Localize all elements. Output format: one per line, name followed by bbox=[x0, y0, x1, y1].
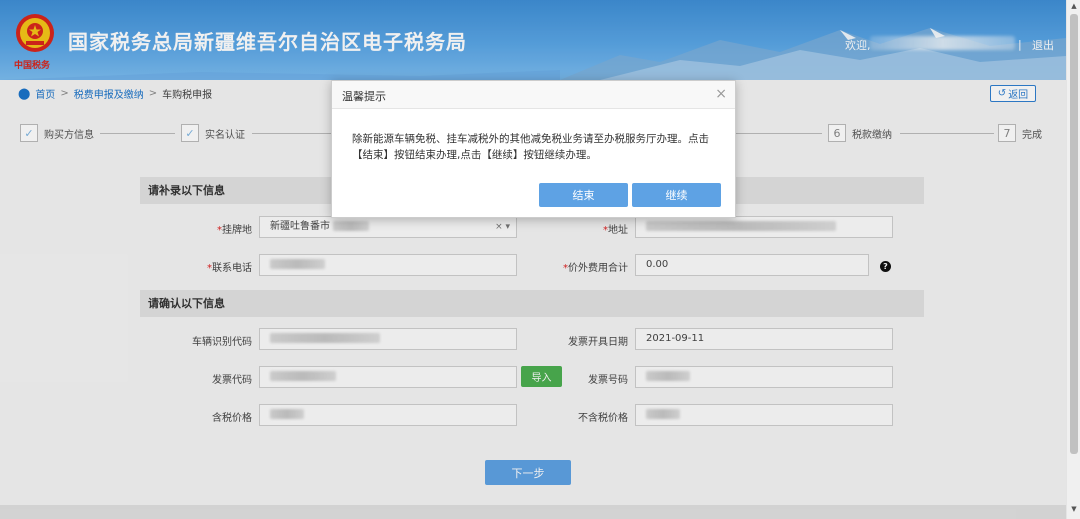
footer-bar bbox=[0, 505, 1066, 519]
scroll-down-arrow-icon[interactable]: ▼ bbox=[1067, 505, 1080, 515]
step-number: 7 bbox=[998, 124, 1016, 142]
check-icon: ✓ bbox=[20, 124, 38, 142]
vin-field bbox=[259, 328, 517, 350]
plate-location-label: *挂牌地 bbox=[217, 225, 252, 236]
redacted-text bbox=[270, 259, 325, 269]
breadcrumb-separator: > bbox=[148, 88, 158, 99]
site-header: 中国税务 国家税务总局新疆维吾尔自治区电子税务局 欢迎, | 退出 bbox=[0, 0, 1066, 80]
invoice-code-field[interactable] bbox=[259, 366, 517, 388]
emblem-caption: 中国税务 bbox=[14, 61, 51, 71]
header-separator: | bbox=[1018, 38, 1022, 51]
breadcrumb: ⬤ 首页 > 税费申报及缴纳 > 车购税申报 bbox=[18, 86, 212, 101]
help-icon[interactable]: ? bbox=[880, 261, 891, 272]
username-redacted bbox=[870, 36, 1015, 50]
breadcrumb-tax-filing[interactable]: 税费申报及缴纳 bbox=[74, 86, 144, 101]
plate-location-select[interactable]: 新疆吐鲁番市 × ▾ bbox=[259, 216, 517, 238]
tax-exclusive-price-field bbox=[635, 404, 893, 426]
back-button-label: 返回 bbox=[1008, 90, 1029, 101]
logout-link[interactable]: 退出 bbox=[1032, 37, 1054, 53]
invoice-code-label: 发票代码 bbox=[212, 375, 252, 386]
extra-fee-field[interactable]: 0.00 bbox=[635, 254, 869, 276]
phone-label: *联系电话 bbox=[207, 263, 252, 274]
plate-location-value: 新疆吐鲁番市 bbox=[270, 221, 330, 232]
extra-fee-label: *价外费用合计 bbox=[563, 263, 628, 274]
invoice-number-field[interactable] bbox=[635, 366, 893, 388]
breadcrumb-home[interactable]: 首页 bbox=[35, 86, 55, 101]
redacted-text bbox=[333, 221, 370, 231]
step-connector bbox=[252, 133, 332, 134]
close-icon[interactable]: × bbox=[715, 86, 727, 102]
vin-label: 车辆识别代码 bbox=[192, 337, 252, 348]
redacted-text bbox=[646, 371, 690, 381]
notice-dialog: 温馨提示 × 除新能源车辆免税、挂车减税外的其他减免税业务请至办税服务厅办理。点… bbox=[331, 80, 736, 218]
step-connector bbox=[900, 133, 994, 134]
step-real-name-auth: ✓ 实名认证 bbox=[181, 124, 249, 142]
step-buyer-info: ✓ 购买方信息 bbox=[20, 124, 98, 142]
breadcrumb-separator: > bbox=[60, 88, 69, 99]
dialog-title: 温馨提示 bbox=[342, 90, 386, 103]
dialog-message: 除新能源车辆免税、挂车减税外的其他减免税业务请至办税服务厅办理。点击【结束】按钮… bbox=[352, 133, 709, 161]
site-title: 国家税务总局新疆维吾尔自治区电子税务局 bbox=[68, 30, 467, 54]
return-arrow-icon: ↺ bbox=[997, 88, 1007, 99]
tax-inclusive-price-label: 含税价格 bbox=[212, 413, 252, 424]
location-pin-icon: ⬤ bbox=[18, 87, 31, 100]
vertical-scrollbar[interactable]: ▲ ▼ bbox=[1066, 0, 1080, 519]
invoice-date-label: 发票开具日期 bbox=[568, 337, 628, 348]
welcome-text: 欢迎, bbox=[845, 39, 871, 52]
step-complete: 7 完成 bbox=[998, 124, 1046, 142]
invoice-number-label: 发票号码 bbox=[588, 375, 628, 386]
step-label: 税款缴纳 bbox=[852, 129, 892, 141]
step-label: 完成 bbox=[1022, 129, 1042, 141]
step-connector bbox=[100, 133, 175, 134]
redacted-text bbox=[646, 409, 680, 419]
step-tax-payment: 6 税款缴纳 bbox=[828, 124, 896, 142]
address-field[interactable] bbox=[635, 216, 893, 238]
step-connector bbox=[736, 133, 822, 134]
back-button[interactable]: ↺ 返回 bbox=[990, 85, 1036, 102]
tax-inclusive-price-field bbox=[259, 404, 517, 426]
redacted-text bbox=[270, 333, 380, 343]
check-icon: ✓ bbox=[181, 124, 199, 142]
step-number: 6 bbox=[828, 124, 846, 142]
scroll-thumb[interactable] bbox=[1070, 14, 1078, 454]
redacted-text bbox=[270, 371, 336, 381]
invoice-date-field: 2021-09-11 bbox=[635, 328, 893, 350]
tax-emblem-icon bbox=[16, 14, 54, 52]
breadcrumb-current: 车购税申报 bbox=[162, 90, 213, 101]
scroll-up-arrow-icon[interactable]: ▲ bbox=[1067, 2, 1080, 12]
step-label: 购买方信息 bbox=[44, 129, 94, 141]
next-step-button[interactable]: 下一步 bbox=[485, 460, 571, 485]
redacted-text bbox=[646, 221, 836, 231]
dialog-header: 温馨提示 × bbox=[332, 81, 735, 109]
phone-field[interactable] bbox=[259, 254, 517, 276]
end-button[interactable]: 结束 bbox=[539, 183, 628, 207]
tax-exclusive-price-label: 不含税价格 bbox=[578, 413, 628, 424]
section-confirm-header: 请确认以下信息 bbox=[140, 290, 924, 317]
continue-button[interactable]: 继续 bbox=[632, 183, 721, 207]
step-label: 实名认证 bbox=[205, 129, 245, 141]
address-label: *地址 bbox=[603, 225, 628, 236]
redacted-text bbox=[270, 409, 304, 419]
